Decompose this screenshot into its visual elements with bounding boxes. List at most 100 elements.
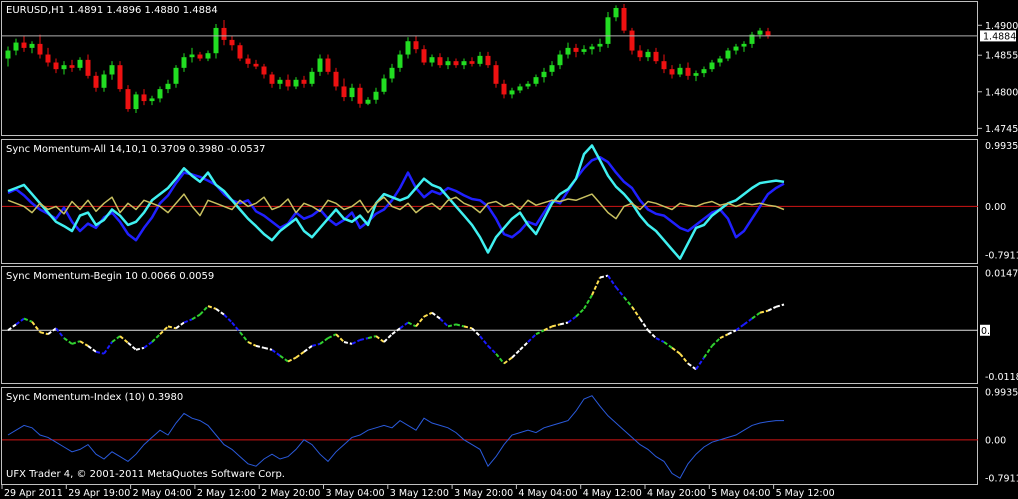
candle[interactable]: [381, 74, 387, 95]
candle[interactable]: [221, 19, 227, 46]
candle[interactable]: [149, 95, 155, 106]
candle[interactable]: [5, 46, 11, 67]
candle[interactable]: [101, 70, 107, 92]
candle[interactable]: [165, 79, 171, 94]
candle[interactable]: [621, 3, 627, 34]
candle[interactable]: [229, 35, 235, 51]
candle[interactable]: [429, 54, 435, 67]
candle[interactable]: [357, 83, 363, 108]
candle[interactable]: [685, 62, 691, 80]
candle[interactable]: [645, 49, 651, 62]
candle[interactable]: [293, 77, 299, 90]
candle[interactable]: [157, 86, 163, 103]
candle[interactable]: [253, 59, 259, 70]
candle[interactable]: [189, 47, 195, 63]
candle[interactable]: [485, 51, 491, 68]
candle[interactable]: [117, 61, 123, 92]
price-candles[interactable]: [5, 3, 771, 114]
candle[interactable]: [173, 65, 179, 88]
time-axis[interactable]: 29 Apr 2011 29 Apr 19:00 2 May 04:00 2 May …: [1, 485, 835, 499]
candle[interactable]: [405, 37, 411, 59]
candle[interactable]: [109, 61, 115, 80]
candle[interactable]: [437, 53, 443, 68]
candle[interactable]: [21, 35, 27, 52]
candle[interactable]: [309, 67, 315, 87]
candle[interactable]: [269, 71, 275, 88]
candle[interactable]: [637, 45, 643, 62]
candle[interactable]: [509, 87, 515, 99]
candle[interactable]: [589, 43, 595, 55]
candle[interactable]: [85, 54, 91, 79]
candle[interactable]: [597, 38, 603, 52]
candle[interactable]: [525, 81, 531, 90]
candle[interactable]: [613, 5, 619, 22]
candle[interactable]: [341, 78, 347, 102]
candle[interactable]: [133, 91, 139, 114]
candle[interactable]: [477, 51, 483, 67]
mt4-chart-window[interactable]: EURUSD,H1 1.4891 1.4896 1.4880 1.4884 1.…: [0, 0, 1018, 499]
candle[interactable]: [445, 57, 451, 70]
candle[interactable]: [245, 54, 251, 68]
candle[interactable]: [653, 47, 659, 64]
candle[interactable]: [285, 74, 291, 91]
candle[interactable]: [397, 50, 403, 72]
candle[interactable]: [373, 87, 379, 104]
candle[interactable]: [677, 63, 683, 78]
candle[interactable]: [533, 74, 539, 87]
candle[interactable]: [557, 50, 563, 70]
candle[interactable]: [461, 58, 467, 70]
candle[interactable]: [413, 35, 419, 54]
candle[interactable]: [669, 65, 675, 79]
candle[interactable]: [69, 59, 75, 72]
candle[interactable]: [237, 42, 243, 62]
candle[interactable]: [197, 51, 203, 62]
candle[interactable]: [749, 31, 755, 48]
candle[interactable]: [453, 58, 459, 68]
candle[interactable]: [45, 47, 51, 67]
candle[interactable]: [717, 55, 723, 67]
candle[interactable]: [53, 58, 59, 74]
candle[interactable]: [141, 89, 147, 106]
candle[interactable]: [389, 63, 395, 83]
candle[interactable]: [213, 23, 219, 59]
candle[interactable]: [701, 66, 707, 78]
candle[interactable]: [365, 97, 371, 106]
candle[interactable]: [301, 75, 307, 88]
candle[interactable]: [581, 45, 587, 55]
candle[interactable]: [349, 83, 355, 102]
candle[interactable]: [421, 45, 427, 66]
candle[interactable]: [549, 61, 555, 76]
candle[interactable]: [93, 71, 99, 92]
candle[interactable]: [61, 61, 67, 75]
candle[interactable]: [205, 50, 211, 62]
candle[interactable]: [693, 70, 699, 82]
candle[interactable]: [629, 27, 635, 55]
candle[interactable]: [277, 77, 283, 90]
candle[interactable]: [541, 67, 547, 83]
candle[interactable]: [765, 27, 771, 39]
candle[interactable]: [605, 11, 611, 48]
candle[interactable]: [565, 42, 571, 59]
candle[interactable]: [181, 53, 187, 72]
candle[interactable]: [325, 54, 331, 75]
candle[interactable]: [757, 27, 763, 39]
candle[interactable]: [29, 41, 35, 54]
candle[interactable]: [709, 59, 715, 72]
candle[interactable]: [333, 67, 339, 91]
candle[interactable]: [317, 54, 323, 76]
candle[interactable]: [725, 47, 731, 62]
chart-canvas[interactable]: EURUSD,H1 1.4891 1.4896 1.4880 1.4884 1.…: [0, 0, 1018, 499]
candle[interactable]: [125, 85, 131, 112]
candle[interactable]: [469, 57, 475, 67]
candle[interactable]: [261, 63, 267, 79]
candle[interactable]: [13, 38, 19, 56]
candle[interactable]: [741, 41, 747, 52]
candle[interactable]: [77, 57, 83, 71]
candle[interactable]: [733, 43, 739, 55]
candle[interactable]: [573, 43, 579, 58]
candle[interactable]: [661, 54, 667, 74]
candle[interactable]: [493, 61, 499, 88]
candle[interactable]: [37, 34, 43, 59]
candle[interactable]: [501, 79, 507, 99]
candle[interactable]: [517, 83, 523, 94]
